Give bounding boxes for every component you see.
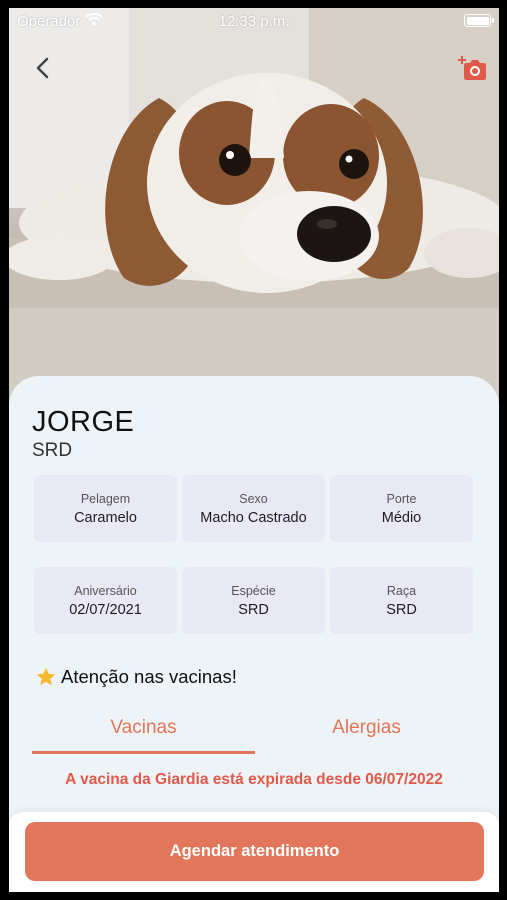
dog-illustration [9,8,499,408]
schedule-appointment-button[interactable]: Agendar atendimento [25,822,484,881]
info-label: Espécie [231,583,276,598]
add-photo-icon [458,56,486,80]
tab-bar: Vacinas Alergias [32,708,478,758]
info-value: Médio [381,509,422,526]
info-cell-porte: Porte Médio [330,475,473,542]
active-tab-indicator [32,751,255,754]
vaccine-alert: Atenção nas vacinas! [35,666,237,688]
info-value: SRD [386,601,417,618]
vaccine-expired-message: A vacina da Giardia está expirada desde … [65,771,443,788]
bottom-action-bar: Agendar atendimento [9,812,499,892]
add-photo-button[interactable] [457,54,487,82]
info-value: Macho Castrado [200,509,307,526]
info-label: Aniversário [74,583,137,598]
status-bar: Operador 12:33 p.m. [9,8,499,34]
status-time: 12:33 p.m. [218,13,290,30]
pet-breed: SRD [32,440,73,461]
battery-icon [464,14,494,27]
pet-info-grid: Pelagem Caramelo Sexo Macho Castrado Por… [34,475,474,634]
tab-alergias[interactable]: Alergias [255,708,478,756]
info-cell-especie: Espécie SRD [182,567,325,634]
info-cell-aniversario: Aniversário 02/07/2021 [34,567,177,634]
info-label: Porte [386,491,417,506]
info-value: 02/07/2021 [69,601,142,618]
pet-name: JORGE [32,406,135,438]
info-cell-raca: Raça SRD [330,567,473,634]
info-label: Sexo [239,491,268,506]
info-cell-sexo: Sexo Macho Castrado [182,475,325,542]
phone-screen: Operador 12:33 p.m. JORGE SRD Pelagem Ca… [9,8,499,892]
info-cell-pelagem: Pelagem Caramelo [34,475,177,542]
info-value: Caramelo [74,509,137,526]
vaccine-alert-title: Atenção nas vacinas! [61,666,237,687]
info-label: Raça [386,583,417,598]
info-label: Pelagem [80,491,131,506]
tab-vacinas[interactable]: Vacinas [32,708,255,756]
back-button[interactable] [29,54,57,82]
chevron-left-icon [36,57,49,79]
star-icon [36,667,56,686]
info-value: SRD [238,601,269,618]
pet-photo: Operador 12:33 p.m. [9,8,499,408]
